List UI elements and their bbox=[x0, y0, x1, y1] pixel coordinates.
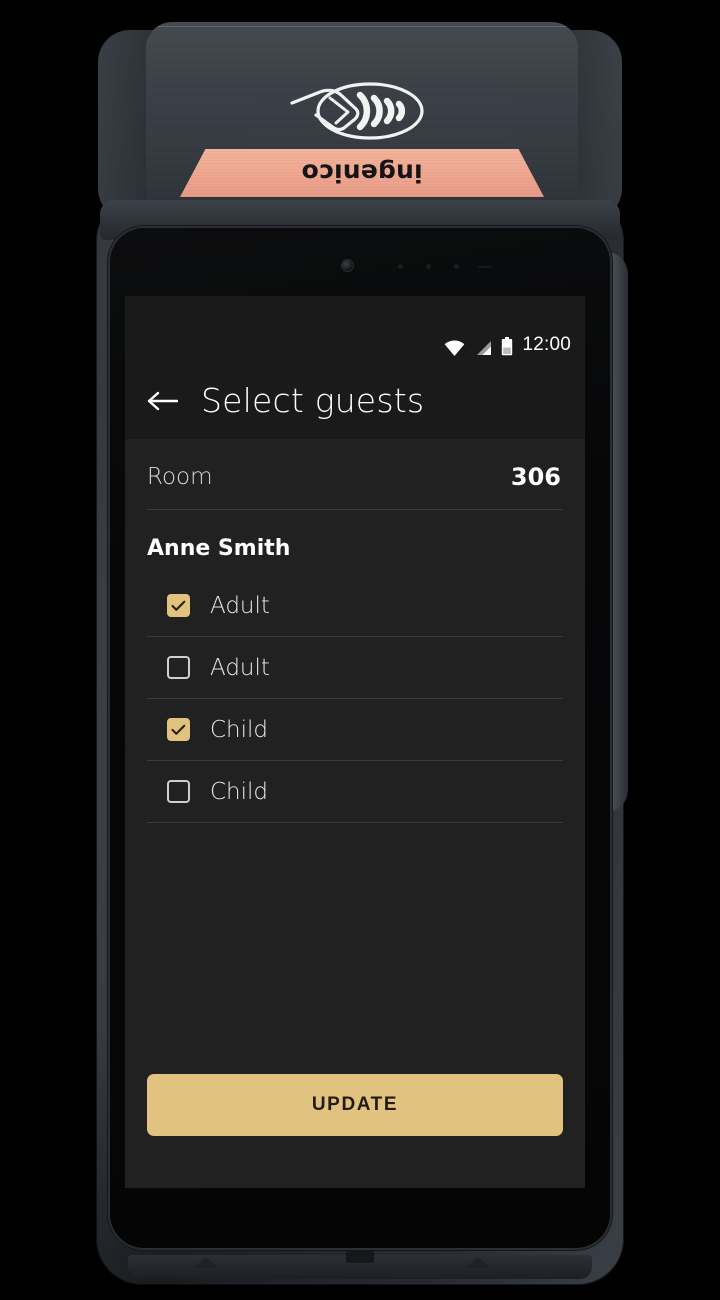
app-toolbar: Select guests bbox=[125, 362, 585, 439]
foot-tab bbox=[194, 1257, 218, 1268]
guest-row[interactable]: Adult bbox=[125, 575, 585, 636]
footer-actions: UPDATE bbox=[125, 1074, 585, 1188]
charging-contact bbox=[346, 1251, 374, 1263]
checkbox-unchecked[interactable] bbox=[167, 656, 190, 679]
printer-face: ingenico bbox=[146, 22, 578, 207]
contactless-payment-icon bbox=[286, 80, 438, 142]
guest-type-label: Child bbox=[210, 778, 269, 805]
battery-icon bbox=[501, 337, 513, 356]
guest-type-label: Adult bbox=[210, 592, 270, 619]
screen-content: Room 306 Anne Smith Adult Adult Child Child… bbox=[125, 439, 585, 1188]
checkbox-unchecked[interactable] bbox=[167, 780, 190, 803]
guest-row[interactable]: Child bbox=[125, 699, 585, 760]
page-title: Select guests bbox=[201, 381, 425, 420]
status-bar-clock: 12:00 bbox=[522, 334, 571, 355]
sensor-dot bbox=[426, 264, 431, 269]
sensor-dot bbox=[454, 264, 459, 269]
sensor-row bbox=[110, 260, 610, 274]
check-icon bbox=[171, 600, 186, 611]
guest-list: Adult Adult Child Child bbox=[125, 575, 585, 823]
wifi-icon bbox=[444, 340, 465, 356]
guest-type-label: Child bbox=[210, 716, 269, 743]
brand-strip: ingenico bbox=[180, 149, 544, 197]
sensor-dot bbox=[398, 264, 403, 269]
terminal-bottom-foot bbox=[128, 1251, 592, 1279]
room-number: 306 bbox=[510, 463, 561, 491]
checkbox-checked[interactable] bbox=[167, 594, 190, 617]
back-button[interactable] bbox=[145, 384, 179, 418]
update-button[interactable]: UPDATE bbox=[147, 1074, 563, 1136]
checkbox-checked[interactable] bbox=[167, 718, 190, 741]
printer-module: ingenico bbox=[98, 22, 622, 222]
speaker-slit bbox=[478, 266, 492, 268]
status-bar: 12:00 bbox=[125, 296, 585, 362]
guest-row[interactable]: Adult bbox=[125, 637, 585, 698]
front-camera-icon bbox=[342, 260, 353, 271]
brand-logo-text: ingenico bbox=[301, 158, 423, 188]
screenshot-root: ingenico 12:00 Select guests Room 306 An… bbox=[0, 0, 720, 1300]
guest-type-label: Adult bbox=[210, 654, 270, 681]
guest-row[interactable]: Child bbox=[125, 761, 585, 822]
arrow-left-icon bbox=[146, 390, 178, 412]
app-screen: 12:00 Select guests Room 306 Anne Smith … bbox=[125, 296, 585, 1188]
foot-tab bbox=[466, 1257, 490, 1268]
cellular-signal-icon bbox=[474, 340, 492, 356]
guest-name: Anne Smith bbox=[147, 536, 291, 561]
room-row: Room 306 bbox=[125, 439, 585, 509]
check-icon bbox=[171, 724, 186, 735]
room-label: Room bbox=[147, 464, 213, 490]
